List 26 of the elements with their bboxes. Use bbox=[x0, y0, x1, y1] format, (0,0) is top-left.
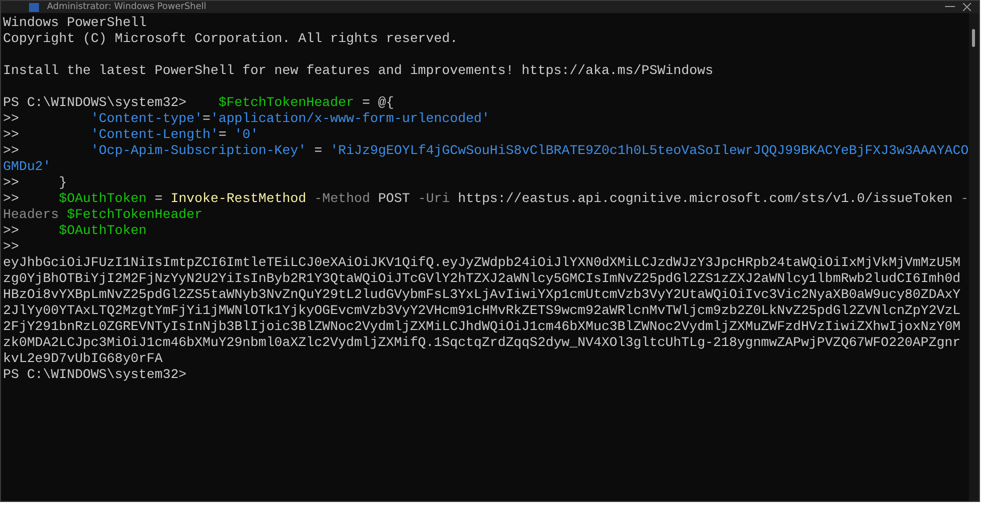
terminal-line: Copyright (C) Microsoft Corporation. All rights reserved. bbox=[3, 31, 458, 47]
terminal-line: >> 'Ocp-Apim-Subscription-Key' = 'RiJz9gEOYLf4jGCwSouHiS8vClBRATE9Z0c1h0L5teoVaSoIlewrJQQJ99BKACYeBjFXJ3w3AAAYACO bbox=[3, 143, 969, 159]
scrollbar[interactable] bbox=[968, 13, 979, 501]
terminal-line: >> 'Content-Length'= '0' bbox=[3, 127, 258, 143]
terminal-line: >> 'Content-type'='application/x-www-form-urlencoded' bbox=[3, 111, 490, 127]
terminal-icon bbox=[29, 2, 39, 12]
terminal-line: 2JlYy00YTAxLTQ2MzgtYmFjYi1jMWNlOTk1YjkyOGEvcmVzb3VyY2VHcm91cHMvRkZETS9wcm92aWRlcnMvTWljcm9zb2Z0LkNvZ25pdGl2ZVNlcnZpY2VzL bbox=[3, 303, 961, 319]
terminal-line: Headers $FetchTokenHeader bbox=[3, 207, 202, 223]
terminal-line: Install the latest PowerShell for new features and improvements! https://aka.ms/PSWindows bbox=[3, 63, 714, 79]
terminal-line: kvL2e9D7vUbIG68y0rFA bbox=[3, 351, 163, 367]
terminal-line: 2FjY291bnRzL0ZGREVNTyIsInNjb3BlIjoic3BlZWNoc2VydmljZXMiLCJhdWQiOiJ1cm46bXMuc3BlZWNoc2VydmljZXMuZWFzdHVzIiwiZXhwIjoxNzY0M bbox=[3, 319, 961, 335]
window-title: Administrator: Windows PowerShell bbox=[47, 1, 206, 13]
terminal-line: >> $OAuthToken = Invoke-RestMethod -Method POST -Uri https://eastus.api.cognitive.microsoft.com/sts/v1.0/issueToken - bbox=[3, 191, 969, 207]
terminal-line: GMDu2' bbox=[3, 159, 51, 175]
terminal-line: >> } bbox=[3, 175, 67, 191]
terminal-line: eyJhbGciOiJFUzI1NiIsImtpZCI6ImtleTEiLCJ0eXAiOiJKV1QifQ.eyJyZWdpb24iOiJlYXN0dXMiLCJzdWJzY3JpcHRpb24taWQiOiIxMjVkMjVmMzU5M bbox=[3, 255, 961, 271]
terminal-line: zk0MDA2LCJpc3MiOiJ1cm46bXMuY29nbml0aXZlc2VydmljZXMifQ.1SqctqZrdZqqS2dyw_NV4XOl3gltcUhTLg-218ygnmwZAPwjPVZQ67WFO220APZgnr bbox=[3, 335, 961, 351]
minimize-icon[interactable] bbox=[945, 5, 955, 9]
terminal-line: HBzOi8vYXBpLmNvZ25pdGl2ZS5taWNyb3NvZnQuY29tL2ludGVybmFsL3YxLjAvIiwiYXp1cmUtcmVzb3VyY2UtaWQiOiIvc3Vic2NyaXB0aW9ucy80ZDAxY bbox=[3, 287, 961, 303]
terminal-line: PS C:\WINDOWS\system32> $FetchTokenHeader = @{ bbox=[3, 95, 394, 111]
terminal-line: PS C:\WINDOWS\system32> bbox=[3, 367, 187, 383]
close-icon[interactable] bbox=[963, 3, 971, 11]
terminal-line: Windows PowerShell bbox=[3, 15, 147, 31]
terminal-line: >> $OAuthToken bbox=[3, 223, 147, 239]
terminal-line: >> bbox=[3, 239, 19, 255]
terminal-line: zg0YjBhOTBiYjI2M2FjNzYyN2U2YiIsInByb2R1Y3QtaWQiOiJTcGVlY2hTZXJ2aWNlcy5GMCIsImNvZ25pdGl2ZS1zZXJ2aWNlcy1lbmRwb2ludCI6Imh0d bbox=[3, 271, 961, 287]
